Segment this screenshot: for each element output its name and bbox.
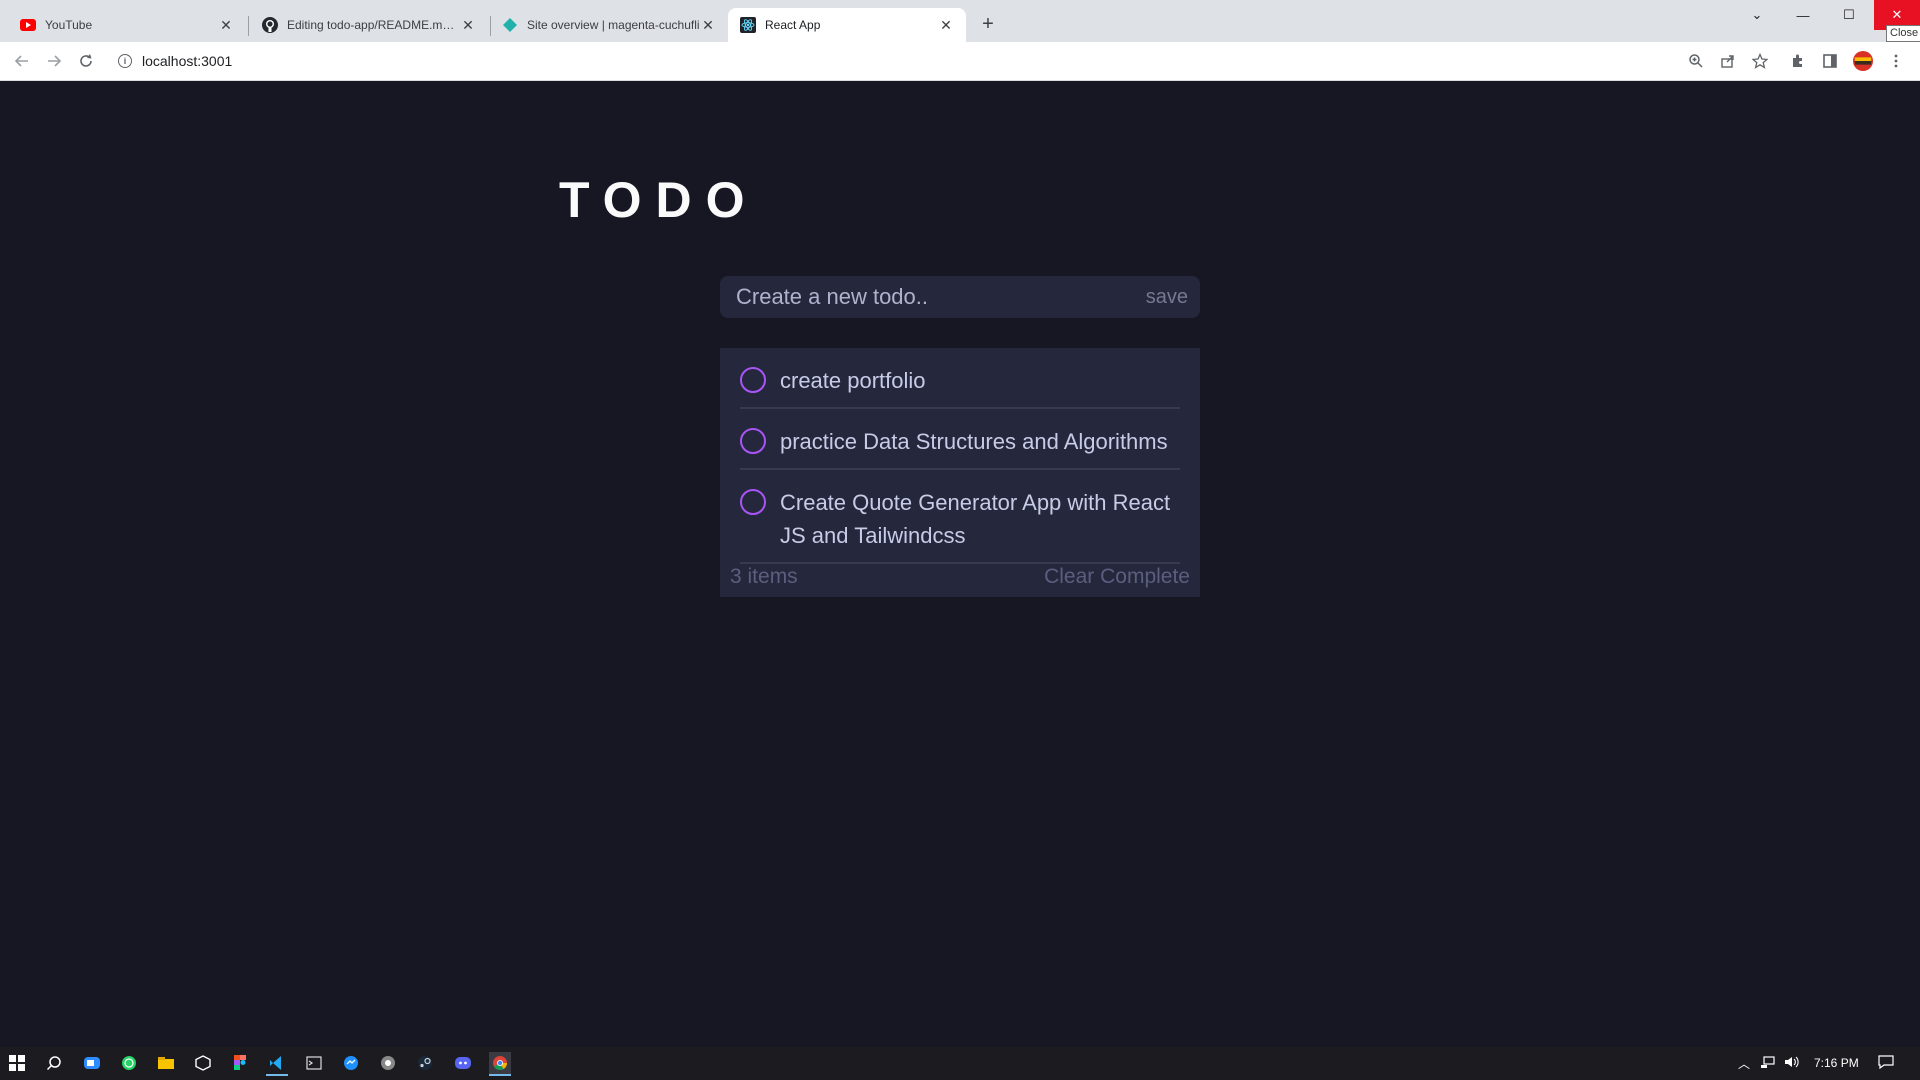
close-tab-icon[interactable]: ✕ (218, 17, 234, 33)
clear-complete-button[interactable]: Clear Complete (1044, 565, 1190, 589)
todo-check-circle[interactable] (740, 367, 766, 393)
cube-app-icon[interactable] (192, 1052, 214, 1074)
tab-youtube[interactable]: YouTube ✕ (8, 8, 246, 42)
minimize-button[interactable]: — (1780, 0, 1826, 30)
forward-arrow-icon[interactable] (44, 51, 64, 71)
tab-react-app[interactable]: React App ✕ (728, 8, 966, 42)
messenger-icon[interactable] (340, 1052, 362, 1074)
tab-title: React App (765, 18, 821, 32)
back-arrow-icon[interactable] (12, 51, 32, 71)
profile-avatar[interactable] (1853, 51, 1873, 71)
items-count: 3 items (730, 565, 798, 588)
windows-start-icon[interactable] (6, 1052, 28, 1074)
tab-title: Editing todo-app/README.md at (287, 18, 460, 32)
reload-icon[interactable] (76, 51, 96, 71)
todo-text[interactable]: Create Quote Generator App with ReactJS … (780, 486, 1180, 552)
todo-item: Create Quote Generator App with ReactJS … (740, 470, 1180, 564)
todo-footer: 3 items Clear Complete (730, 557, 1190, 597)
site-info-icon[interactable]: i (118, 54, 132, 68)
chrome-icon[interactable] (489, 1052, 511, 1076)
tab-github[interactable]: Editing todo-app/README.md at ✕ (250, 8, 488, 42)
todo-text[interactable]: create portfolio (780, 364, 1180, 397)
url-text: localhost:3001 (142, 53, 233, 69)
address-bar[interactable]: i localhost:3001 (108, 46, 1688, 76)
menu-kebab-icon[interactable] (1886, 51, 1906, 71)
todo-app-page: TODO save create portfolio practice Data… (0, 81, 1920, 1047)
close-tooltip: Close (1886, 25, 1920, 42)
tab-title: Site overview | magenta-cuchufli (527, 18, 700, 32)
maximize-button[interactable]: ☐ (1826, 0, 1872, 30)
todo-check-circle[interactable] (740, 489, 766, 515)
tab-title: YouTube (45, 18, 93, 32)
zoom-app-icon[interactable] (81, 1052, 103, 1074)
chrome-alt-icon[interactable] (377, 1052, 399, 1074)
network-icon[interactable] (1760, 1055, 1776, 1072)
volume-icon[interactable] (1784, 1055, 1800, 1072)
close-tab-icon[interactable]: ✕ (700, 17, 716, 33)
file-explorer-icon[interactable] (155, 1052, 177, 1074)
discord-icon[interactable] (452, 1052, 474, 1074)
todo-item: practice Data Structures and Algorithms (740, 409, 1180, 470)
figma-icon[interactable] (229, 1052, 251, 1074)
close-tab-icon[interactable]: ✕ (460, 17, 476, 33)
close-tab-icon[interactable]: ✕ (938, 17, 954, 33)
tab-separator (248, 16, 249, 36)
todo-text[interactable]: practice Data Structures and Algorithms (780, 425, 1180, 458)
share-icon[interactable] (1718, 51, 1738, 71)
youtube-icon (20, 17, 36, 33)
new-todo-input[interactable] (734, 283, 1146, 311)
zoom-icon[interactable] (1686, 51, 1706, 71)
app-title: TODO (559, 172, 759, 228)
terminal-icon[interactable] (303, 1052, 325, 1074)
tab-netlify[interactable]: Site overview | magenta-cuchufli ✕ (490, 8, 728, 42)
browser-toolbar: i localhost:3001 (0, 42, 1920, 81)
extensions-puzzle-icon[interactable] (1788, 51, 1808, 71)
clock-time[interactable]: 7:16 PM (1814, 1056, 1859, 1070)
todo-list: create portfolio practice Data Structure… (720, 348, 1200, 597)
new-todo-form: save (720, 276, 1200, 318)
github-icon (262, 17, 278, 33)
save-button[interactable]: save (1146, 286, 1188, 309)
steam-icon[interactable] (414, 1052, 436, 1074)
vscode-icon[interactable] (266, 1052, 288, 1076)
netlify-icon (502, 17, 518, 33)
windows-taskbar: ︿ 7:16 PM (0, 1047, 1920, 1080)
tray-chevron-up-icon[interactable]: ︿ (1738, 1055, 1750, 1072)
todo-check-circle[interactable] (740, 428, 766, 454)
react-icon (740, 17, 756, 33)
todo-item: create portfolio (740, 348, 1180, 409)
whatsapp-icon[interactable] (118, 1052, 140, 1074)
search-icon[interactable] (43, 1052, 65, 1074)
new-tab-button[interactable]: + (977, 13, 999, 35)
side-panel-icon[interactable] (1820, 51, 1840, 71)
tab-search-chevron-icon[interactable]: ⌄ (1734, 0, 1780, 30)
bookmark-star-icon[interactable] (1750, 51, 1770, 71)
browser-tab-strip: YouTube ✕ Editing todo-app/README.md at … (0, 0, 1920, 42)
notification-center-icon[interactable] (1878, 1055, 1894, 1072)
